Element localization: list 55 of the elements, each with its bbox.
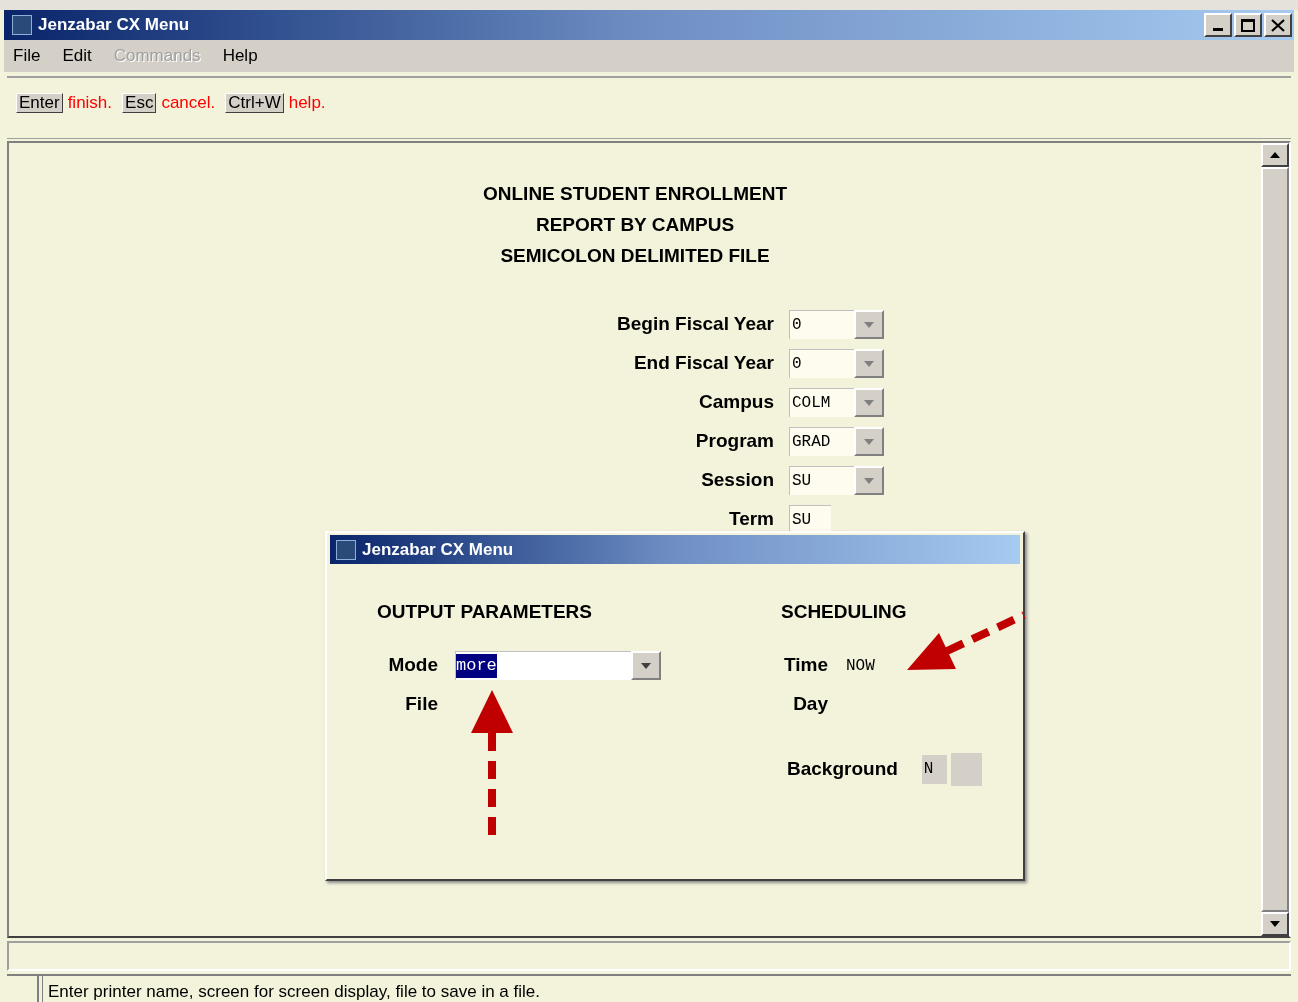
field-label: Time — [784, 654, 828, 676]
section-heading: OUTPUT PARAMETERS — [377, 600, 592, 624]
down-triangle-icon — [1270, 921, 1280, 927]
app-logo-icon — [336, 539, 356, 560]
field-label: Program — [695, 430, 774, 452]
caret-icon — [864, 477, 874, 484]
field-label: Begin Fiscal Year — [617, 313, 774, 335]
field-label: Session — [701, 469, 774, 491]
caret-icon — [864, 399, 874, 406]
field-label: End Fiscal Year — [633, 352, 774, 374]
dropdown-field[interactable]: COLM — [789, 388, 854, 417]
dialog-title: Jenzabar CX Menu — [362, 538, 514, 561]
field-value: NOW — [846, 655, 875, 677]
caret-icon — [641, 662, 651, 669]
caret-icon — [864, 321, 874, 328]
dropdown-field[interactable]: 0 — [789, 310, 854, 339]
scroll-up-button[interactable] — [1261, 143, 1289, 167]
field-label: Mode — [388, 654, 438, 676]
dropdown-field[interactable]: SU — [789, 466, 854, 495]
key-action: cancel. — [161, 92, 216, 114]
up-triangle-icon — [1270, 152, 1280, 158]
app-logo-icon — [12, 15, 32, 35]
menu-item[interactable]: Help — [222, 43, 258, 69]
close-button[interactable] — [1264, 13, 1292, 37]
status-message: Enter printer name, screen for screen display, file to save in a file. — [48, 982, 540, 1001]
key-button[interactable]: Ctrl+W — [225, 92, 284, 113]
caret-icon — [864, 438, 874, 445]
report-title: REPORT BY CAMPUS — [535, 213, 735, 237]
menu-item[interactable]: Edit — [62, 43, 92, 69]
key-action: finish. — [67, 92, 113, 114]
dropdown-button[interactable] — [631, 651, 661, 680]
window-title: Jenzabar CX Menu — [38, 14, 190, 37]
selected-text: more — [456, 654, 497, 678]
section-heading: SCHEDULING — [781, 600, 907, 624]
field-label: Campus — [699, 391, 774, 413]
menu-item[interactable]: File — [13, 43, 41, 69]
key-button[interactable]: Enter — [16, 92, 63, 113]
minimize-button[interactable] — [1204, 13, 1232, 37]
key-action: help. — [288, 92, 326, 114]
toggle-button[interactable] — [950, 753, 982, 786]
maximize-button[interactable] — [1234, 13, 1262, 37]
scroll-down-button[interactable] — [1261, 912, 1289, 936]
close-icon — [1271, 18, 1285, 32]
dropdown-field[interactable]: more — [455, 651, 631, 680]
field-label: Day — [793, 693, 828, 715]
input-field[interactable]: N — [921, 755, 947, 784]
key-button[interactable]: Esc — [122, 92, 157, 113]
report-title: SEMICOLON DELIMITED FILE — [500, 244, 770, 268]
dropdown-field[interactable]: GRAD — [789, 427, 854, 456]
field-label: Term — [728, 508, 774, 530]
dropdown-field[interactable]: 0 — [789, 349, 854, 378]
field-label: File — [405, 693, 438, 715]
caret-icon — [864, 360, 874, 367]
report-title: ONLINE STUDENT ENROLLMENT — [483, 182, 787, 206]
field-label: Background — [787, 758, 898, 780]
